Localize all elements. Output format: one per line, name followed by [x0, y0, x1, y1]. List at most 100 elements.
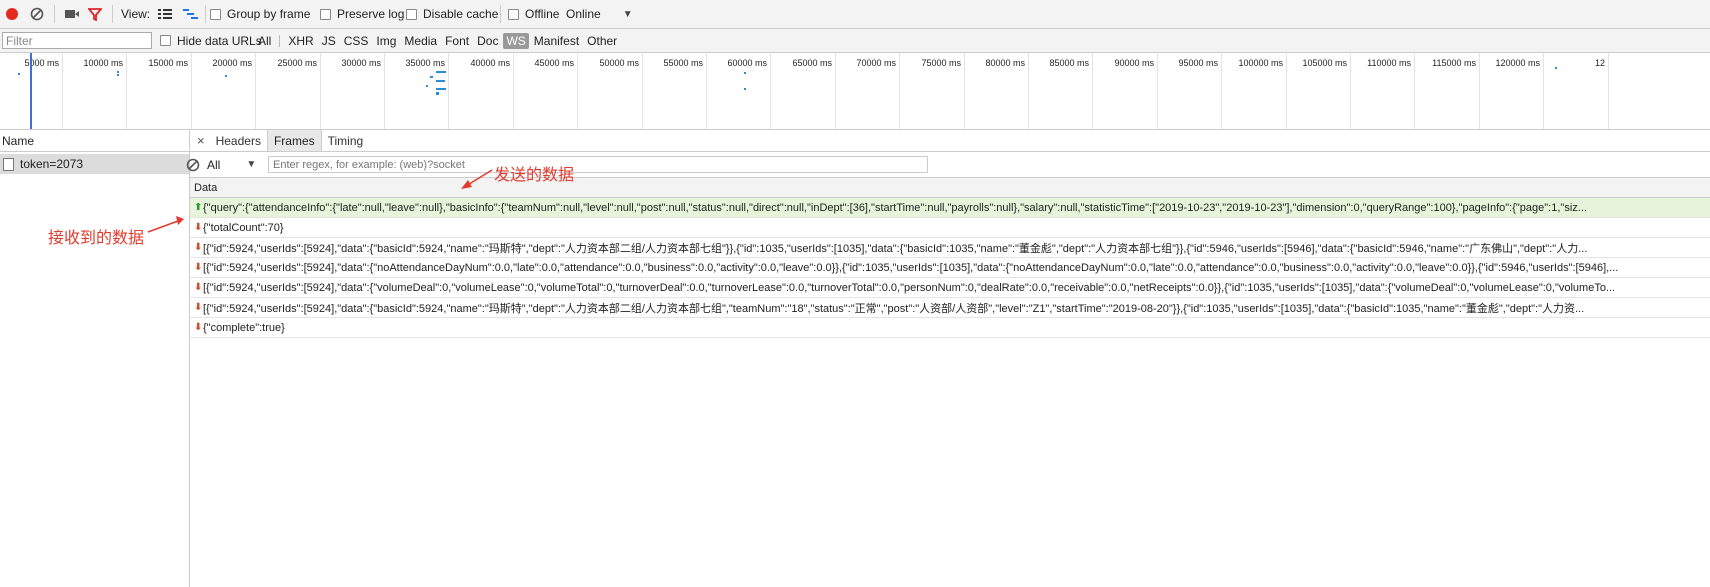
request-list: Name token=2073 — [0, 130, 190, 587]
filter-button[interactable] — [88, 0, 102, 28]
network-toolbar: View: Group by frame Preserve log Disabl… — [0, 0, 1710, 29]
timeline-mark — [117, 74, 119, 76]
type-filter-ws[interactable]: WS — [503, 32, 529, 49]
tab-timing[interactable]: Timing — [322, 130, 370, 151]
frame-row-received[interactable]: ⬇ [{"id":5924,"userIds":[5924],"data":{"v… — [190, 278, 1710, 298]
filter-input[interactable] — [2, 32, 152, 49]
timeline-tick — [126, 53, 127, 129]
arrow-down-icon: ⬇ — [194, 302, 203, 313]
request-row[interactable]: token=2073 — [0, 154, 189, 174]
timeline-mark — [436, 92, 439, 95]
timeline-tick-label: 12 — [1594, 58, 1605, 68]
large-rows-button[interactable] — [158, 0, 172, 28]
name-column-header[interactable]: Name — [0, 130, 189, 152]
frame-row-received[interactable]: ⬇ [{"id":5924,"userIds":[5924],"data":{"b… — [190, 238, 1710, 258]
waterfall-button[interactable] — [183, 0, 199, 28]
timeline-tick — [448, 53, 449, 129]
group-by-frame-label: Group by frame — [227, 7, 311, 21]
frame-type-select[interactable]: All ▼ — [207, 152, 256, 177]
type-filter-xhr[interactable]: XHR — [285, 33, 316, 49]
timeline-mark — [436, 71, 446, 73]
type-filter-doc[interactable]: Doc — [474, 33, 501, 49]
checkbox-icon — [406, 8, 417, 20]
timeline-tick-label: 40000 ms — [470, 58, 510, 68]
record-button[interactable] — [5, 0, 19, 28]
view-label: View: — [121, 7, 151, 21]
arrow-down-icon: ⬇ — [194, 222, 203, 233]
timeline-mark — [1555, 67, 1557, 69]
clear-icon — [30, 7, 44, 21]
filter-icon — [88, 8, 102, 21]
timeline-tick — [62, 53, 63, 129]
frame-data: [{"id":5924,"userIds":[5924],"data":{"ba… — [203, 302, 1585, 315]
offline-checkbox[interactable]: Offline — [508, 0, 559, 28]
type-filter-other[interactable]: Other — [584, 33, 620, 49]
frame-row-received[interactable]: ⬇ {"complete":true} — [190, 318, 1710, 338]
timeline-tick-label: 20000 ms — [212, 58, 252, 68]
frame-data: [{"id":5924,"userIds":[5924],"data":{"vo… — [203, 281, 1616, 294]
timeline-tick — [1157, 53, 1158, 129]
timeline-tick — [577, 53, 578, 129]
disable-cache-checkbox[interactable]: Disable cache — [406, 0, 498, 28]
disable-cache-label: Disable cache — [423, 7, 499, 21]
timeline-tick-label: 75000 ms — [921, 58, 961, 68]
type-filter-group: All XHR JS CSS Img Media Font Doc WS Man… — [255, 29, 622, 52]
checkbox-icon — [508, 8, 519, 20]
timeline-tick-label: 80000 ms — [985, 58, 1025, 68]
video-camera-icon — [65, 10, 79, 18]
frame-row-received[interactable]: ⬇ [{"id":5924,"userIds":[5924],"data":{"b… — [190, 298, 1710, 318]
timeline-tick-label: 100000 ms — [1238, 58, 1283, 68]
regex-filter-input[interactable] — [268, 156, 928, 173]
type-filter-all[interactable]: All — [255, 33, 274, 49]
preserve-log-checkbox[interactable]: Preserve log — [320, 0, 404, 28]
annotation-received: 接收到的数据 — [48, 228, 145, 247]
timeline-tick-label: 95000 ms — [1178, 58, 1218, 68]
timeline-tick — [1286, 53, 1287, 129]
timeline-tick — [706, 53, 707, 129]
chevron-down-icon: ▼ — [246, 159, 257, 170]
close-icon[interactable]: × — [190, 130, 210, 151]
group-by-frame-checkbox[interactable]: Group by frame — [210, 0, 310, 28]
frame-type-value: All — [207, 157, 221, 172]
type-filter-divider — [279, 34, 281, 47]
frame-row-sent[interactable]: ⬆ {"query":{"attendanceInfo":{"late":null… — [190, 198, 1710, 218]
clear-frames-button[interactable] — [186, 152, 200, 177]
throttling-select[interactable]: Online ▼ — [566, 0, 633, 28]
frame-row-received[interactable]: ⬇ [{"id":5924,"userIds":[5924],"data":{"n… — [190, 258, 1710, 278]
frame-row-received[interactable]: ⬇ {"totalCount":70} — [190, 218, 1710, 238]
type-filter-media[interactable]: Media — [401, 33, 440, 49]
timeline-tick-label: 90000 ms — [1114, 58, 1154, 68]
timeline-tick — [191, 53, 192, 129]
timeline-tick — [964, 53, 965, 129]
timeline-mark — [426, 85, 428, 87]
timeline-cursor — [30, 53, 32, 129]
timeline-tick — [320, 53, 321, 129]
annotation-sent: 发送的数据 — [494, 165, 575, 184]
capture-screenshots-button[interactable] — [64, 0, 80, 28]
clear-icon — [186, 158, 200, 171]
offline-label: Offline — [525, 7, 560, 21]
arrow-down-icon: ⬇ — [194, 282, 203, 293]
checkbox-icon — [320, 8, 331, 20]
timeline-tick — [1414, 53, 1415, 129]
chevron-down-icon: ▼ — [622, 8, 633, 20]
data-column-header[interactable]: Data — [190, 178, 1710, 198]
timeline-overview[interactable]: 5000 ms 10000 ms 15000 ms 20000 ms 25000 ms 3… — [0, 53, 1710, 130]
timeline-tick — [1028, 53, 1029, 129]
timeline-tick-label: 85000 ms — [1049, 58, 1089, 68]
arrow-down-icon: ⬇ — [194, 322, 203, 333]
type-filter-css[interactable]: CSS — [341, 33, 372, 49]
request-detail-pane: × Headers Frames Timing All ▼ Data ⬆{"qu… — [186, 130, 1710, 587]
type-filter-manifest[interactable]: Manifest — [531, 33, 582, 49]
clear-button[interactable] — [30, 0, 44, 28]
type-filter-img[interactable]: Img — [373, 33, 399, 49]
frame-data: {"complete":true} — [203, 321, 285, 334]
type-filter-js[interactable]: JS — [319, 33, 339, 49]
timeline-tick — [642, 53, 643, 129]
tab-frames[interactable]: Frames — [266, 130, 322, 151]
type-filter-font[interactable]: Font — [442, 33, 472, 49]
tab-headers[interactable]: Headers — [210, 130, 267, 151]
hide-data-urls-checkbox[interactable]: Hide data URLs — [160, 29, 262, 52]
timeline-tick-label: 120000 ms — [1495, 58, 1540, 68]
timeline-tick-label: 50000 ms — [599, 58, 639, 68]
